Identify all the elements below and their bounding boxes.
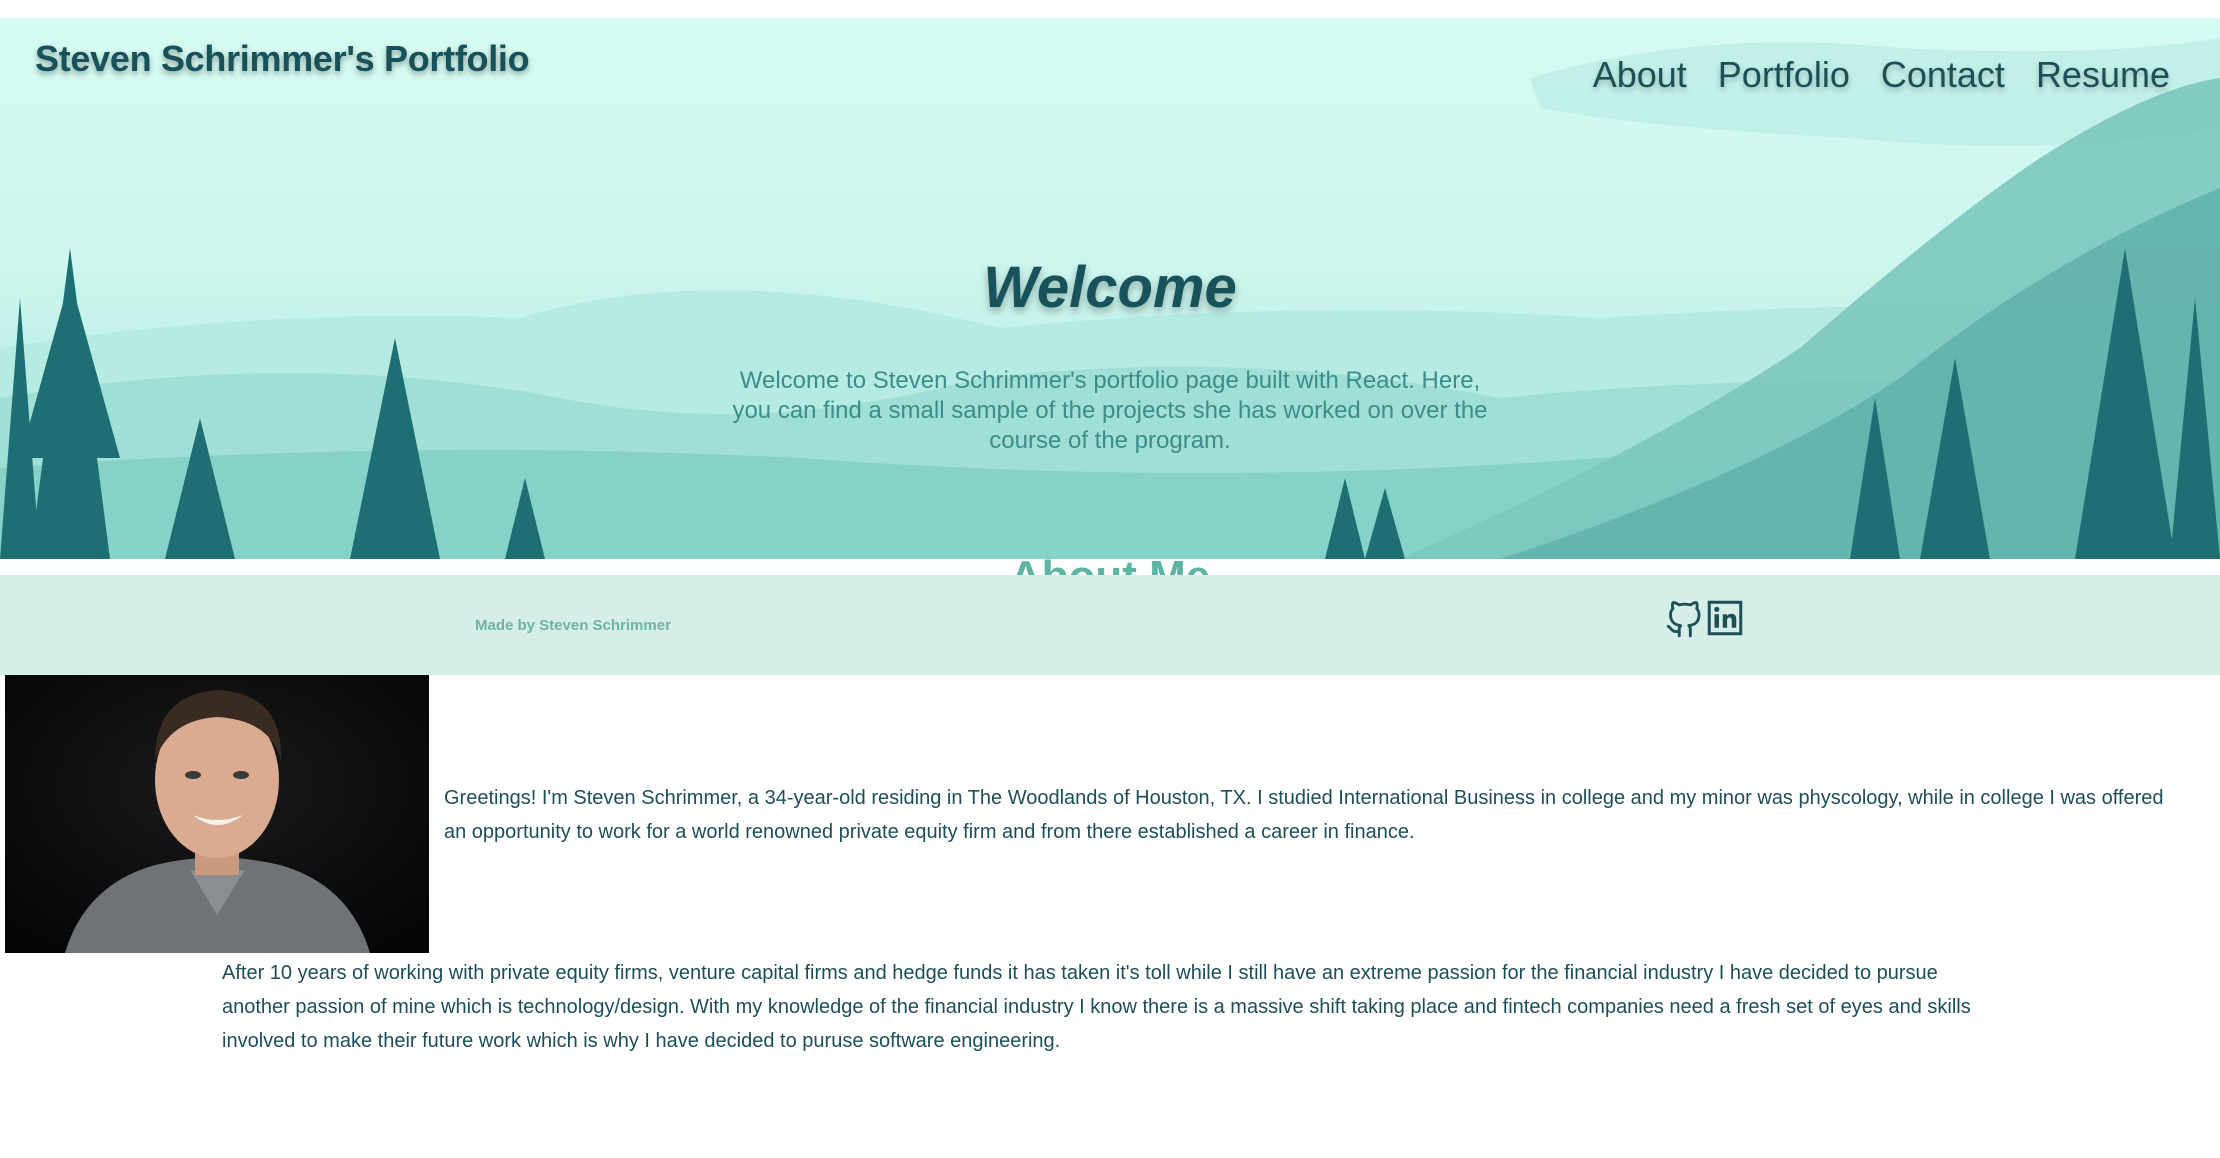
footer-bar: Made by Steven Schrimmer bbox=[0, 575, 2220, 675]
nav-about-link[interactable]: About bbox=[1593, 54, 1687, 96]
about-paragraph-1: Greetings! I'm Steven Schrimmer, a 34-ye… bbox=[444, 787, 2164, 843]
nav-portfolio-link[interactable]: Portfolio bbox=[1718, 54, 1850, 96]
site-title[interactable]: Steven Schrimmer's Portfolio bbox=[35, 38, 530, 80]
github-icon[interactable] bbox=[1665, 600, 1703, 645]
social-links bbox=[1665, 600, 1743, 645]
nav-resume-link[interactable]: Resume bbox=[2036, 54, 2170, 96]
main-nav: About Portfolio Contact Resume bbox=[1593, 54, 2170, 96]
footer-credit: Made by Steven Schrimmer bbox=[475, 617, 671, 634]
welcome-text: Welcome to Steven Schrimmer's portfolio … bbox=[732, 367, 1488, 454]
about-paragraph-2: After 10 years of working with private e… bbox=[222, 962, 1971, 1052]
linkedin-icon[interactable] bbox=[1707, 600, 1743, 645]
profile-photo bbox=[5, 675, 429, 953]
about-me-heading-peek: About Me bbox=[0, 555, 2220, 577]
hero-banner: Steven Schrimmer's Portfolio About Portf… bbox=[0, 18, 2220, 559]
welcome-heading: Welcome bbox=[983, 255, 1237, 320]
nav-contact-link[interactable]: Contact bbox=[1881, 54, 2005, 96]
